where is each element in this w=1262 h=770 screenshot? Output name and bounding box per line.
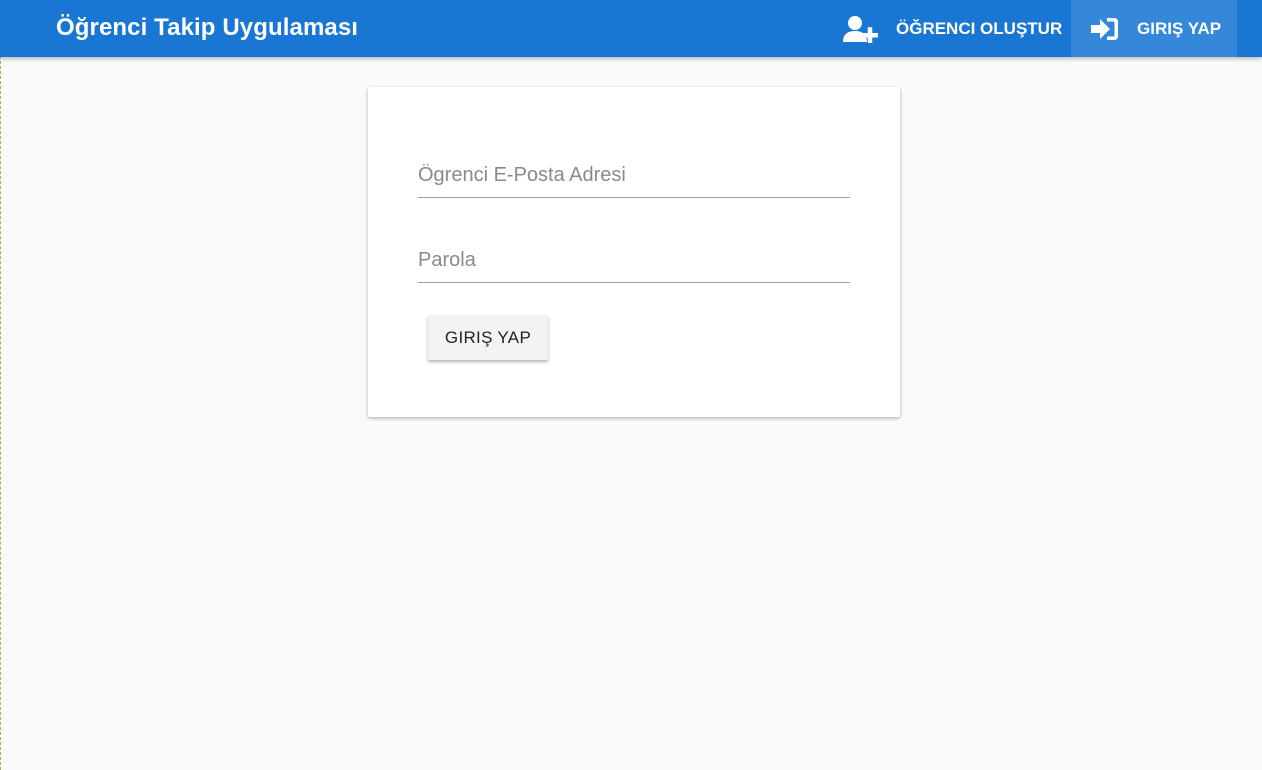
left-guide-line [0,56,1,770]
login-submit-button[interactable]: GIRIŞ YAP [428,315,548,360]
sign-in-icon [1091,17,1119,41]
nav-create-student-label: ÖĞRENCI OLUŞTUR [896,18,1063,38]
email-field[interactable] [418,154,850,198]
user-plus-icon [842,15,878,43]
nav-login[interactable]: GIRIŞ YAP [1071,0,1237,57]
login-card: GIRIŞ YAP [368,87,900,417]
password-field[interactable] [418,239,850,283]
nav-login-label: GIRIŞ YAP [1137,18,1222,38]
top-navbar: Öğrenci Takip Uygulaması ÖĞRENCI OLUŞTUR… [0,0,1262,57]
app-title[interactable]: Öğrenci Takip Uygulaması [56,0,358,57]
nav-create-student[interactable]: ÖĞRENCI OLUŞTUR [822,0,1070,57]
